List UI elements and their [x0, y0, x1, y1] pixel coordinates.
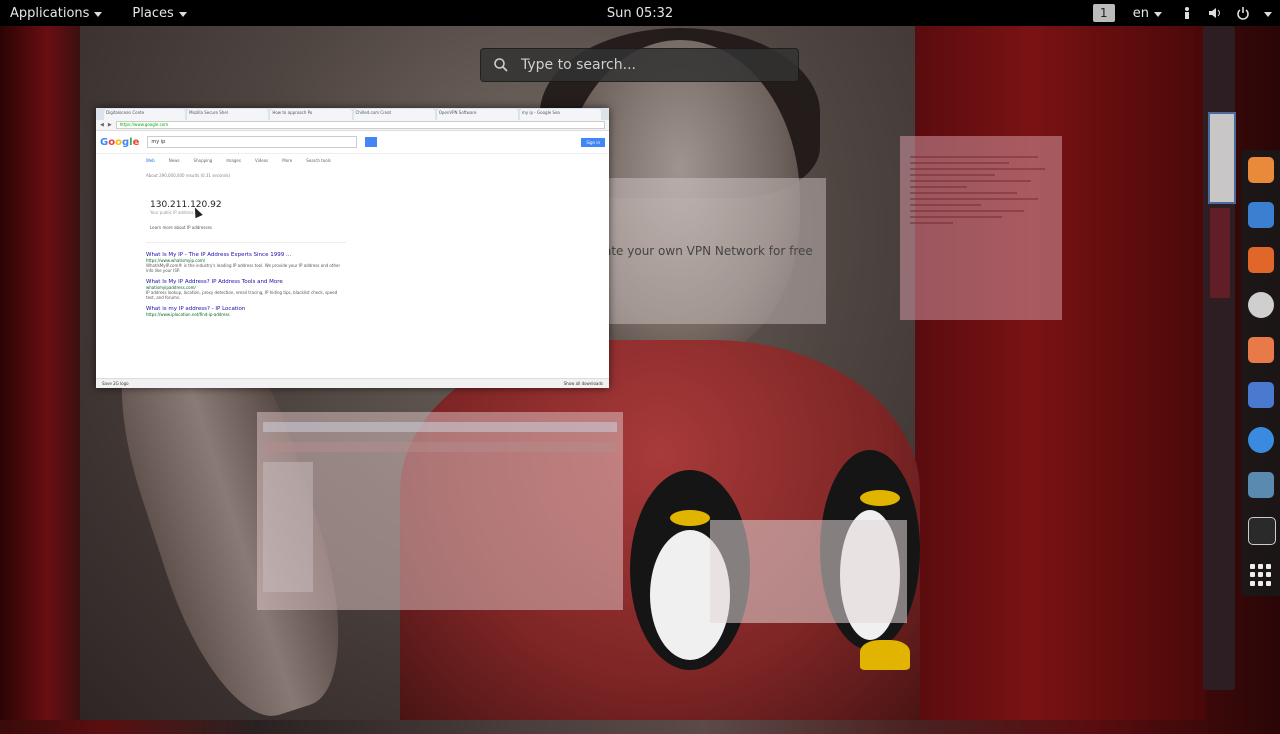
window-thumbnail-mail[interactable]: [257, 412, 623, 610]
result-url: https://www.iplocation.net/find-ip-addre…: [146, 312, 230, 317]
thunderbird-icon[interactable]: [1248, 427, 1274, 453]
search-result: What Is My IP - The IP Address Experts S…: [96, 249, 609, 276]
dash: [1241, 150, 1280, 596]
google-search-field[interactable]: my ip: [147, 136, 358, 148]
places-label: Places: [132, 5, 174, 21]
language-menu[interactable]: en: [1129, 0, 1166, 26]
result-snippet: IP address lookup, location, proxy detec…: [146, 290, 338, 300]
firefox-icon[interactable]: [1248, 247, 1274, 273]
ip-answer-card: 130.211.120.92 Your public IP address Le…: [146, 190, 346, 243]
workspace-thumbnail[interactable]: [1210, 208, 1230, 298]
wallpaper-left: [0, 26, 80, 720]
files-icon[interactable]: [1248, 157, 1274, 183]
search-icon: [494, 58, 508, 72]
download-bar: Save 2G logo Show all downloads: [96, 378, 609, 388]
window-thumbnail-vpn[interactable]: ate your own VPN Network for free: [604, 178, 826, 324]
chevron-down-icon: [94, 11, 103, 17]
penguin-feet: [860, 640, 910, 670]
forward-icon[interactable]: ▶: [108, 122, 112, 128]
chevron-down-icon[interactable]: [1264, 11, 1272, 17]
volume-icon[interactable]: [1208, 6, 1222, 20]
places-menu[interactable]: Places: [122, 0, 196, 26]
editor-icon[interactable]: [1248, 472, 1274, 498]
network-icon[interactable]: [1248, 382, 1274, 408]
workspace-indicator[interactable]: 1: [1092, 4, 1115, 22]
show-applications-icon[interactable]: [1250, 564, 1272, 586]
browser-tab[interactable]: OpenVPN Software: [436, 109, 518, 120]
address-bar: ◀ ▶ https://www.google.com: [96, 120, 609, 131]
browser-tab[interactable]: my ip - Google Sea: [519, 109, 602, 120]
google-logo[interactable]: Google: [100, 137, 139, 148]
power-icon[interactable]: [1236, 6, 1250, 20]
clock[interactable]: Sun 05:32: [607, 6, 673, 21]
search-input[interactable]: [519, 56, 773, 74]
google-nav: Web News Shopping Images Videos More Sea…: [96, 154, 609, 167]
google-search-button[interactable]: [365, 137, 378, 147]
learn-more-link[interactable]: Learn more about IP addresses: [146, 215, 346, 230]
browser-tab[interactable]: Digitalocean Conte: [104, 109, 186, 120]
result-stats: About 290,000,000 results (0.31 seconds): [146, 173, 231, 178]
browser-tab[interactable]: How to approach Po: [270, 109, 352, 120]
document-icon[interactable]: [1248, 337, 1274, 363]
show-all-downloads-link[interactable]: Show all downloads: [564, 381, 603, 386]
vpn-window-text: ate your own VPN Network for free: [604, 244, 813, 258]
back-icon[interactable]: ◀: [100, 122, 104, 128]
language-label: en: [1132, 5, 1149, 21]
browser-tab[interactable]: Chilled.com Creat: [353, 109, 435, 120]
nav-news[interactable]: News: [169, 158, 180, 163]
top-bar: Applications Places Sun 05:32 1 en: [0, 0, 1280, 26]
nav-shopping[interactable]: Shopping: [194, 158, 213, 163]
search-result: What is my IP address? - IP Location htt…: [96, 303, 609, 320]
nav-videos[interactable]: Videos: [255, 158, 268, 163]
window-thumbnail-browser[interactable]: Digitalocean Conte Mozilla Secure Shel H…: [96, 108, 609, 388]
overview-search[interactable]: [480, 48, 799, 82]
result-snippet: WhatIsMyIP.com® is the industry's leadin…: [146, 263, 341, 273]
software-icon[interactable]: [1248, 292, 1274, 318]
workspace-thumbnail[interactable]: [1208, 112, 1236, 204]
nav-web[interactable]: Web: [146, 158, 155, 163]
chevron-down-icon: [178, 11, 187, 17]
browser-icon[interactable]: [1248, 202, 1274, 228]
window-thumbnail-dialog[interactable]: [710, 520, 907, 623]
nav-more[interactable]: More: [282, 158, 292, 163]
applications-menu[interactable]: Applications: [0, 0, 112, 26]
signin-button[interactable]: Sign in: [581, 137, 605, 147]
download-item[interactable]: Save 2G logo: [102, 381, 129, 386]
accessibility-icon[interactable]: [1180, 6, 1194, 20]
nav-images[interactable]: Images: [226, 158, 241, 163]
wallpaper-right: [915, 26, 1205, 720]
url-field[interactable]: https://www.google.com: [115, 121, 605, 129]
window-thumbnail-terminal[interactable]: [900, 136, 1062, 320]
chevron-down-icon: [1154, 11, 1162, 17]
google-header: Google my ip Sign in: [96, 131, 609, 154]
nav-search-tools[interactable]: Search tools: [306, 158, 331, 163]
search-result: What Is My IP Address? IP Address Tools …: [96, 276, 609, 303]
applications-label: Applications: [10, 5, 90, 21]
terminal-icon[interactable]: [1248, 517, 1276, 545]
browser-tabs: Digitalocean Conte Mozilla Secure Shel H…: [96, 108, 609, 120]
browser-tab[interactable]: Mozilla Secure Shel: [187, 109, 269, 120]
ip-address-value: 130.211.120.92: [150, 200, 222, 210]
